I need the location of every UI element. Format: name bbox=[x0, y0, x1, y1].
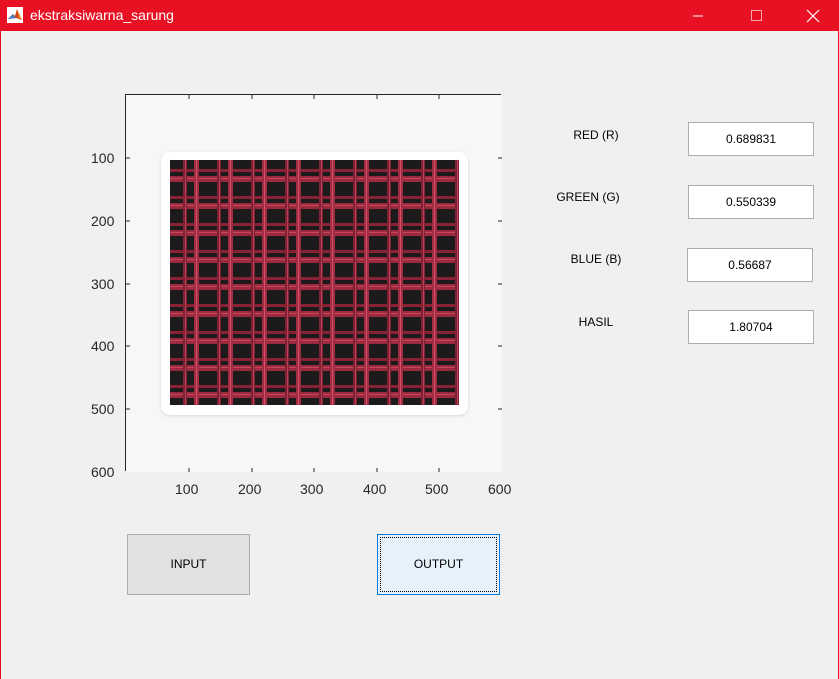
sarung-image bbox=[126, 95, 502, 472]
x-tick-label: 400 bbox=[363, 481, 387, 497]
input-button[interactable]: INPUT bbox=[127, 534, 250, 595]
close-icon bbox=[806, 9, 820, 23]
title-bar[interactable]: ekstraksiwarna_sarung bbox=[1, 0, 839, 31]
blue-label: BLUE (B) bbox=[570, 252, 622, 266]
green-label: GREEN (G) bbox=[556, 190, 620, 204]
y-tick-label: 600 bbox=[91, 464, 115, 480]
minimize-icon bbox=[693, 15, 703, 17]
y-tick-label: 300 bbox=[91, 276, 115, 292]
y-tick-label: 500 bbox=[91, 401, 115, 417]
minimize-button[interactable] bbox=[669, 0, 727, 31]
output-button[interactable]: OUTPUT bbox=[377, 534, 500, 595]
matlab-logo-icon bbox=[7, 7, 23, 23]
x-tick-label: 300 bbox=[300, 481, 324, 497]
y-tick-label: 400 bbox=[91, 338, 115, 354]
red-label: RED (R) bbox=[573, 128, 619, 142]
maximize-icon bbox=[751, 10, 762, 21]
app-window: ekstraksiwarna_sarung 100 200 300 400 50… bbox=[0, 0, 839, 679]
red-value-field[interactable]: 0.689831 bbox=[688, 122, 814, 156]
hasil-value-field[interactable]: 1.80704 bbox=[688, 310, 814, 344]
x-tick-label: 600 bbox=[488, 481, 512, 497]
y-tick-label: 100 bbox=[91, 150, 115, 166]
x-tick-label: 100 bbox=[175, 481, 199, 497]
x-tick-label: 200 bbox=[238, 481, 262, 497]
close-button[interactable] bbox=[784, 0, 839, 31]
x-tick-label: 500 bbox=[425, 481, 449, 497]
image-axes bbox=[125, 94, 502, 472]
blue-value-field[interactable]: 0.56687 bbox=[687, 248, 813, 282]
green-value-field[interactable]: 0.550339 bbox=[688, 185, 814, 219]
plaid-fabric bbox=[170, 160, 459, 405]
hasil-label: HASIL bbox=[578, 315, 614, 329]
window-title: ekstraksiwarna_sarung bbox=[30, 7, 174, 23]
maximize-button[interactable] bbox=[727, 0, 785, 31]
y-tick-label: 200 bbox=[91, 213, 115, 229]
